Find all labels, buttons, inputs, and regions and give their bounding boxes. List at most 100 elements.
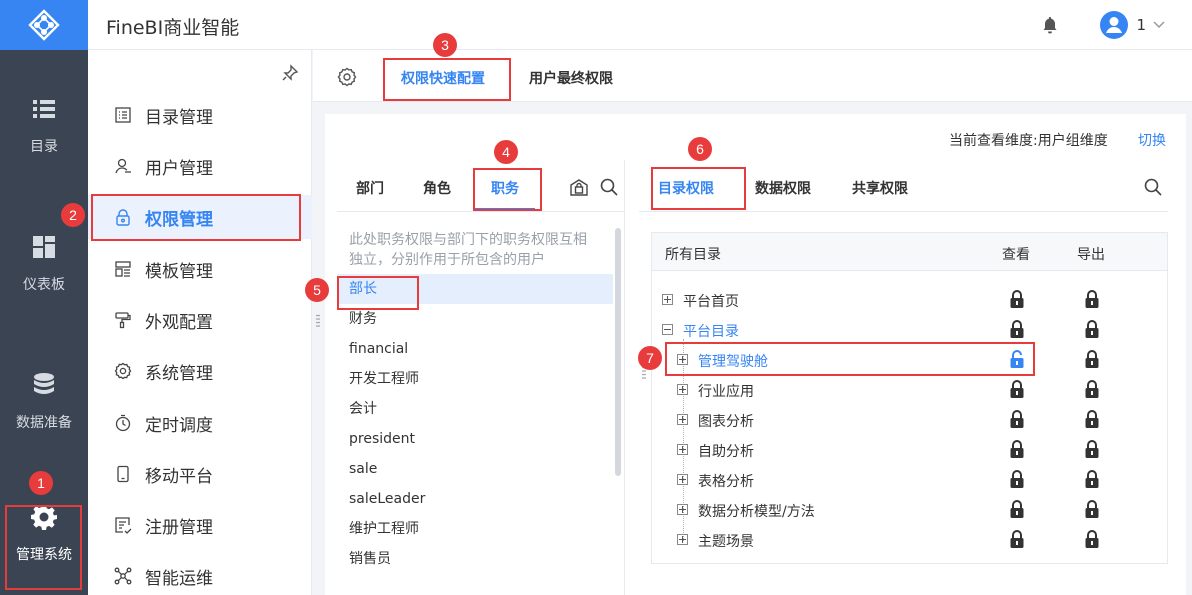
post-hint-text: 此处职务权限与部门下的职务权限互相独立，分别作用于所包含的用户 (349, 232, 587, 268)
nav-item-appearance[interactable]: 外观配置 (88, 298, 312, 342)
post-list-item[interactable]: saleLeader (337, 484, 613, 514)
table-row[interactable]: 平台目录 (652, 315, 1167, 345)
post-list-item[interactable]: 开发工程师 (337, 364, 613, 394)
nav-label: 外观配置 (145, 312, 213, 333)
table-row[interactable]: 自助分析 (652, 435, 1167, 465)
expand-icon[interactable] (677, 534, 688, 545)
chevron-down-icon[interactable] (1152, 17, 1166, 31)
nav-item-catalog[interactable]: 目录管理 (88, 93, 312, 137)
avatar[interactable] (1100, 11, 1128, 39)
post-list-item[interactable]: president (337, 424, 613, 454)
tree-item-label[interactable]: 数据分析模型/方法 (698, 501, 815, 521)
tree-item-label[interactable]: 平台首页 (683, 291, 739, 311)
pin-icon[interactable] (281, 64, 299, 82)
lock-icon[interactable] (1009, 440, 1025, 459)
lock-icon[interactable] (1009, 470, 1025, 489)
post-list-item[interactable]: financial (337, 334, 613, 364)
expand-icon[interactable] (677, 384, 688, 395)
expand-icon[interactable] (662, 294, 673, 305)
ops-icon (114, 567, 132, 585)
post-list-item[interactable]: 维护工程师 (337, 514, 613, 544)
nav-item-templates[interactable]: 模板管理 (88, 247, 312, 291)
tab-department[interactable]: 部门 (356, 178, 384, 198)
lock-icon[interactable] (1084, 320, 1100, 339)
annotation-badge-4: 4 (494, 140, 518, 164)
database-icon (34, 373, 54, 394)
lock-icon[interactable] (1009, 530, 1025, 549)
table-row[interactable]: 主题场景 (652, 525, 1167, 555)
tree-item-label[interactable]: 行业应用 (698, 381, 754, 401)
nav-item-mobile[interactable]: 移动平台 (88, 452, 312, 496)
column-header-export: 导出 (1077, 247, 1105, 263)
table-row[interactable]: 平台首页 (652, 285, 1167, 315)
annotation-box-4 (473, 168, 542, 211)
rail-item-catalog[interactable]: 目录 (0, 96, 88, 186)
resize-grip-icon[interactable] (316, 314, 320, 328)
tree-item-label[interactable]: 主题场景 (698, 531, 754, 551)
lock-icon[interactable] (1084, 500, 1100, 519)
lock-icon[interactable] (1009, 380, 1025, 399)
search-icon[interactable] (599, 177, 619, 197)
table-row[interactable]: 表格分析 (652, 465, 1167, 495)
lock-icon[interactable] (1009, 410, 1025, 429)
table-header: 所有目录 查看 导出 (652, 233, 1167, 271)
top-bar: FineBI商业智能 1 (88, 0, 1192, 50)
user-avatar-icon (1106, 17, 1122, 33)
table-row[interactable]: 图表分析 (652, 405, 1167, 435)
mobile-icon (117, 465, 129, 483)
rail-label-dashboard: 仪表板 (23, 277, 65, 293)
tree-item-label[interactable]: 图表分析 (698, 411, 754, 431)
lock-icon[interactable] (1084, 380, 1100, 399)
nav-label: 智能运维 (145, 568, 213, 589)
switch-dimension-link[interactable]: 切换 (1138, 130, 1166, 150)
tree-item-label[interactable]: 平台目录 (683, 321, 739, 341)
expand-icon[interactable] (677, 504, 688, 515)
tab-share-permission[interactable]: 共享权限 (852, 178, 908, 198)
user-name[interactable]: 1 (1136, 16, 1146, 34)
post-list-item[interactable]: 销售员 (337, 544, 613, 574)
lock-icon[interactable] (1009, 290, 1025, 309)
post-list-item[interactable]: sale (337, 454, 613, 484)
rail-item-dashboard[interactable]: 仪表板 (0, 234, 88, 324)
lock-icon[interactable] (1084, 530, 1100, 549)
lock-icon[interactable] (1084, 290, 1100, 309)
app-title: FineBI商业智能 (106, 17, 240, 39)
lock-icon[interactable] (1009, 320, 1025, 339)
nav-label: 用户管理 (145, 158, 213, 179)
nav-item-system[interactable]: 系统管理 (88, 349, 312, 393)
nav-item-schedule[interactable]: 定时调度 (88, 401, 312, 445)
expand-icon[interactable] (677, 414, 688, 425)
lock-box-icon[interactable] (569, 177, 589, 197)
collapse-icon[interactable] (662, 324, 673, 335)
expand-icon[interactable] (677, 444, 688, 455)
post-list-item[interactable]: 会计 (337, 394, 613, 424)
settings-icon[interactable] (337, 67, 357, 87)
tab-role[interactable]: 角色 (423, 178, 451, 198)
nav-item-users[interactable]: 用户管理 (88, 144, 312, 188)
column-header-view: 查看 (1002, 247, 1030, 263)
expand-icon[interactable] (677, 474, 688, 485)
lock-icon[interactable] (1084, 470, 1100, 489)
search-icon[interactable] (1143, 177, 1163, 197)
lock-icon[interactable] (1009, 500, 1025, 519)
table-row[interactable]: 数据分析模型/方法 (652, 495, 1167, 525)
nav-item-register[interactable]: 注册管理 (88, 503, 312, 547)
nav-item-ops[interactable]: 智能运维 (88, 554, 312, 595)
tab-final-permissions[interactable]: 用户最终权限 (529, 68, 613, 88)
table-row[interactable]: 行业应用 (652, 375, 1167, 405)
annotation-badge-6: 6 (688, 137, 712, 161)
annotation-box-7 (665, 342, 1035, 376)
tab-data-permission[interactable]: 数据权限 (755, 178, 811, 198)
tree-item-label[interactable]: 表格分析 (698, 471, 754, 491)
annotation-box-3 (383, 58, 511, 101)
app-logo[interactable] (0, 0, 88, 50)
list-icon (33, 100, 55, 118)
rail-item-data-prep[interactable]: 数据准备 (0, 372, 88, 462)
tree-item-label[interactable]: 自助分析 (698, 441, 754, 461)
scrollbar[interactable] (615, 228, 621, 476)
lock-icon[interactable] (1084, 350, 1100, 369)
lock-icon[interactable] (1084, 440, 1100, 459)
bell-icon[interactable] (1040, 15, 1060, 35)
lock-icon[interactable] (1084, 410, 1100, 429)
annotation-box-5 (337, 276, 419, 310)
